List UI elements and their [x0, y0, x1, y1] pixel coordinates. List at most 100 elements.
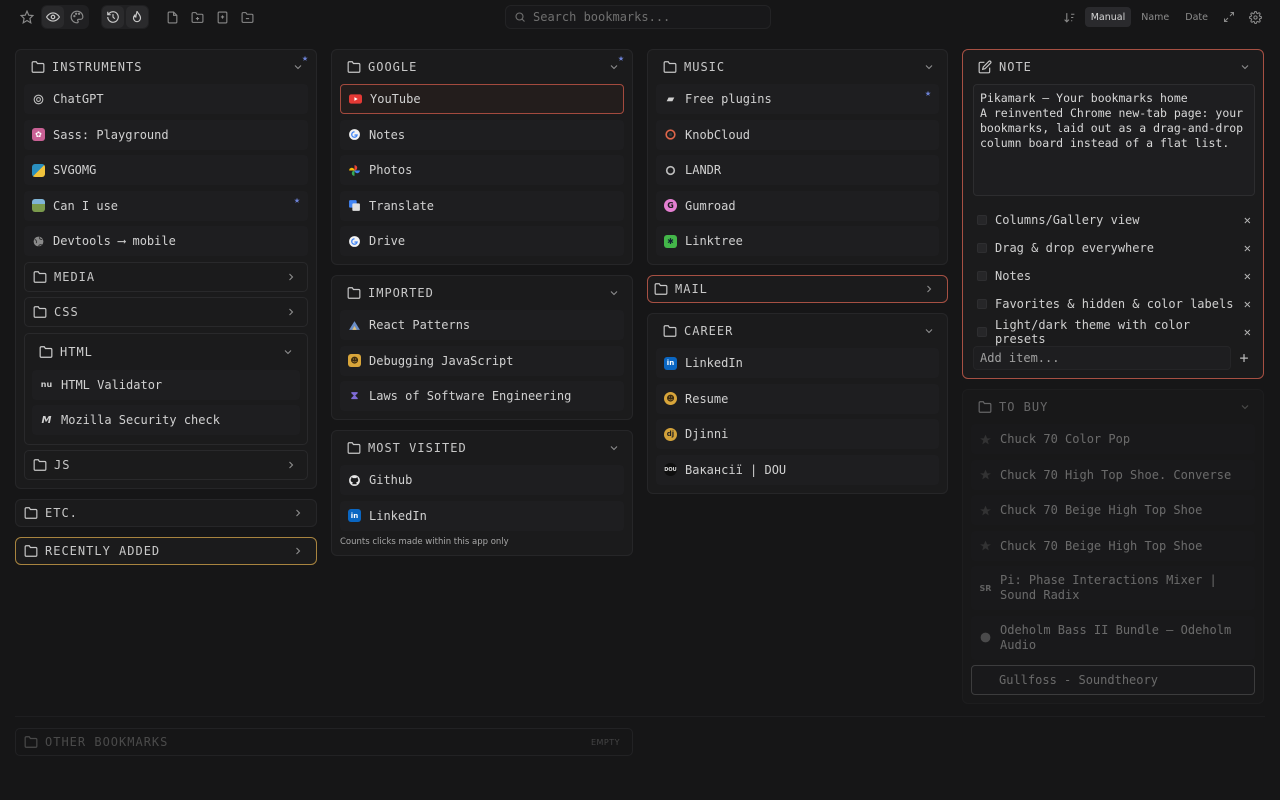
note-textarea[interactable]: Pikamark — Your bookmarks home A reinven… — [973, 84, 1255, 196]
checkbox[interactable] — [977, 299, 987, 309]
bookmark-gullfoss[interactable]: Gullfoss - Soundtheory — [971, 665, 1255, 695]
bookmark-drive[interactable]: Drive — [340, 226, 624, 256]
bookmark-html-validator[interactable]: nu HTML Validator — [32, 369, 300, 400]
favorite-star-icon: ★ — [301, 53, 308, 64]
folder-header-google[interactable]: GOOGLE — [332, 50, 632, 84]
folder-header-imported[interactable]: IMPORTED — [332, 276, 632, 310]
bookmark-svgomg[interactable]: SVGOMG — [24, 155, 308, 185]
bookmark-chuck-70-high-top[interactable]: Chuck 70 High Top Shoe. Converse — [971, 459, 1255, 490]
close-icon[interactable]: ✕ — [1244, 241, 1251, 255]
folder-header-to-buy[interactable]: TO BUY — [963, 390, 1263, 424]
folder-header-career[interactable]: CAREER — [648, 314, 947, 348]
bookmark-pi-phase-mixer[interactable]: SR Pi: Phase Interactions Mixer | Sound … — [971, 566, 1255, 610]
new-note-button[interactable] — [161, 6, 183, 28]
sort-name-button[interactable]: Name — [1135, 7, 1175, 27]
subfolder-css[interactable]: CSS — [24, 297, 308, 327]
other-bookmarks-folder[interactable]: OTHER BOOKMARKS EMPTY — [15, 728, 633, 756]
bookmark-sass-playground[interactable]: ✿ Sass: Playground — [24, 119, 308, 150]
folder-header-etc[interactable]: ETC. — [16, 500, 316, 526]
bookmark-linktree[interactable]: ✱ Linktree — [656, 226, 939, 256]
bookmark-chuck-70-beige-2[interactable]: Chuck 70 Beige High Top Shoe — [971, 530, 1255, 561]
bookmark-youtube[interactable]: YouTube — [340, 84, 624, 114]
bookmark-resume[interactable]: ☻ Resume — [656, 383, 939, 414]
checklist-item[interactable]: Notes ✕ — [963, 262, 1263, 290]
bookmark-label: Github — [369, 473, 413, 487]
folder-card-recently-added[interactable]: RECENTLY ADDED — [15, 537, 317, 565]
import-folder-button[interactable] — [236, 6, 258, 28]
bookmark-translate[interactable]: Translate — [340, 190, 624, 221]
chevron-down-icon[interactable] — [282, 346, 294, 358]
recent-history-button[interactable] — [102, 6, 124, 28]
folder-header-instruments[interactable]: INSTRUMENTS — [16, 50, 316, 84]
chevron-down-icon[interactable] — [923, 61, 935, 73]
checklist-item[interactable]: Light/dark theme with color presets ✕ — [963, 318, 1263, 346]
bookmark-djinni[interactable]: dj Djinni — [656, 419, 939, 449]
folder-card-mail[interactable]: MAIL — [647, 275, 948, 303]
folder-title: INSTRUMENTS — [52, 60, 143, 74]
checklist-item[interactable]: Columns/Gallery view ✕ — [963, 206, 1263, 234]
close-icon[interactable]: ✕ — [1244, 325, 1251, 339]
bookmark-dou[interactable]: DOU Вакансії | DOU — [656, 454, 939, 485]
bookmark-laws-of-software-engineering[interactable]: ⧗ Laws of Software Engineering — [340, 381, 624, 411]
folder-card-google: ★ GOOGLE YouTube Notes Photos Translate — [331, 49, 633, 265]
theme-palette-button[interactable] — [66, 6, 88, 28]
checkbox[interactable] — [977, 215, 987, 225]
show-hidden-button[interactable] — [42, 6, 64, 28]
bookmark-chatgpt[interactable]: ChatGPT — [24, 84, 308, 114]
plus-icon[interactable]: + — [1237, 349, 1251, 367]
folder-card-etc[interactable]: ETC. — [15, 499, 317, 527]
chevron-down-icon[interactable] — [608, 442, 620, 454]
most-visited-button[interactable] — [126, 6, 148, 28]
favorites-toggle-button[interactable] — [16, 6, 38, 28]
chevron-down-icon[interactable] — [1239, 401, 1251, 413]
folder-header-recently-added[interactable]: RECENTLY ADDED — [16, 538, 316, 564]
note-header[interactable]: NOTE — [963, 50, 1263, 84]
bookmark-odeholm-bass[interactable]: Odeholm Bass II Bundle – Odeholm Audio — [971, 615, 1255, 660]
folder-header-mail[interactable]: MAIL — [648, 276, 947, 302]
chevron-down-icon[interactable] — [608, 287, 620, 299]
checkbox[interactable] — [977, 327, 987, 337]
bookmark-landr[interactable]: LANDR — [656, 155, 939, 185]
close-icon[interactable]: ✕ — [1244, 297, 1251, 311]
sort-date-button[interactable]: Date — [1179, 7, 1214, 27]
chevron-right-icon — [923, 283, 935, 295]
subfolder-header-html[interactable]: HTML — [32, 334, 300, 370]
checkbox[interactable] — [977, 271, 987, 281]
bookmark-can-i-use[interactable]: Can I use ★ — [24, 190, 308, 221]
close-icon[interactable]: ✕ — [1244, 213, 1251, 227]
bookmark-linkedin[interactable]: in LinkedIn — [340, 500, 624, 531]
bookmark-notes[interactable]: Notes — [340, 119, 624, 150]
bookmark-debugging-javascript[interactable]: ☻ Debugging JavaScript — [340, 345, 624, 376]
bookmark-free-plugins[interactable]: ▰ Free plugins ★ — [656, 84, 939, 114]
bookmark-gumroad[interactable]: G Gumroad — [656, 190, 939, 221]
bookmark-react-patterns[interactable]: React Patterns — [340, 310, 624, 340]
bookmark-linkedin-career[interactable]: in LinkedIn — [656, 348, 939, 378]
bookmark-chuck-70-beige[interactable]: Chuck 70 Beige High Top Shoe — [971, 495, 1255, 525]
search-input[interactable] — [533, 10, 753, 24]
w3c-icon: nu — [40, 380, 53, 389]
add-item-input[interactable] — [973, 346, 1231, 370]
subfolder-media[interactable]: MEDIA — [24, 261, 308, 292]
chevron-down-icon[interactable] — [923, 325, 935, 337]
checklist-item[interactable]: Favorites & hidden & color labels ✕ — [963, 290, 1263, 318]
bookmark-chuck-70-color-pop[interactable]: Chuck 70 Color Pop — [971, 424, 1255, 454]
new-folder-button[interactable] — [186, 6, 208, 28]
bookmark-photos[interactable]: Photos — [340, 155, 624, 185]
folder-header-most-visited[interactable]: MOST VISITED — [332, 431, 632, 465]
bookmark-knobcloud[interactable]: KnobCloud — [656, 119, 939, 150]
bookmark-github[interactable]: Github — [340, 465, 624, 495]
settings-button[interactable] — [1244, 6, 1266, 28]
expand-button[interactable] — [1218, 6, 1240, 28]
checklist-item[interactable]: Drag & drop everywhere ✕ — [963, 234, 1263, 262]
bookmark-mozilla-security-check[interactable]: M Mozilla Security check — [32, 405, 300, 435]
bookmark-devtools-mobile[interactable]: Devtools ⟶ mobile — [24, 226, 308, 256]
chevron-down-icon[interactable] — [1239, 61, 1251, 73]
new-bookmark-button[interactable] — [211, 6, 233, 28]
folder-icon — [663, 324, 677, 338]
sort-manual-button[interactable]: Manual — [1084, 7, 1132, 27]
sort-direction-button[interactable] — [1059, 6, 1081, 28]
subfolder-js[interactable]: JS — [24, 450, 308, 480]
close-icon[interactable]: ✕ — [1244, 269, 1251, 283]
checkbox[interactable] — [977, 243, 987, 253]
folder-header-music[interactable]: MUSIC — [648, 50, 947, 84]
